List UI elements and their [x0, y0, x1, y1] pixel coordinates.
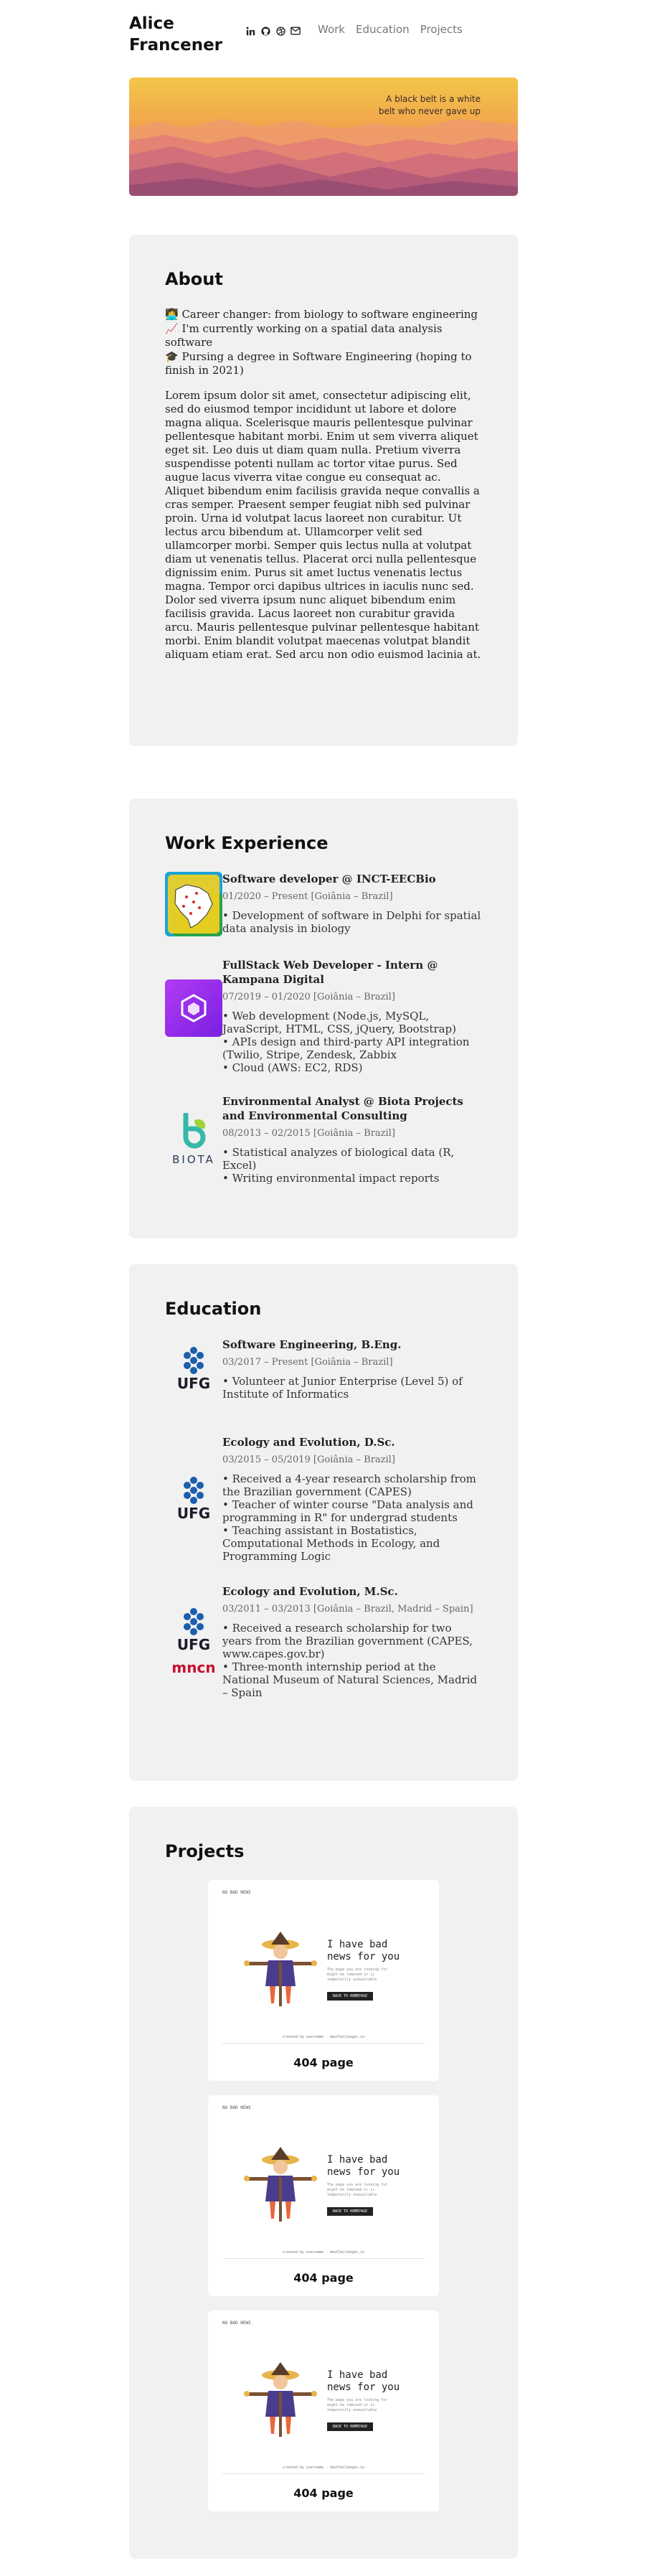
- job-date: 08/2013 – 02/2015 [Goiânia – Brazil]: [222, 1128, 395, 1139]
- job-date: 07/2019 – 01/2020 [Goiânia – Brazil]: [222, 992, 395, 1002]
- education-title: Education: [165, 1299, 262, 1319]
- linkedin-icon[interactable]: [245, 26, 255, 36]
- job-bullet: • Cloud (AWS: EC2, RDS): [222, 1061, 363, 1074]
- site-header: Alice Francener Work Education Projects: [129, 11, 518, 62]
- work-entry: FullStack Web Developer - Intern @ Kampa…: [165, 958, 482, 1074]
- work-section: Work Experience Software developer @ INC…: [129, 799, 518, 1238]
- degree-bullet: • Received a 4-year research scholarship…: [222, 1472, 476, 1498]
- dribbble-icon[interactable]: [275, 26, 285, 36]
- nav-work[interactable]: Work: [318, 23, 345, 36]
- degree-title: Ecology and Evolution, D.Sc.: [222, 1436, 395, 1449]
- education-entry: UFG mncn Ecology and Evolution, M.Sc. 03…: [165, 1584, 482, 1699]
- degree-date: 03/2011 – 03/2013 [Goiânia – Brazil, Mad…: [222, 1604, 473, 1614]
- shot-button: BACK TO HOMEPAGE: [327, 2207, 374, 2216]
- about-text: Lorem ipsum dolor sit amet, consectetur …: [165, 389, 481, 661]
- degree-date: 03/2017 – Present [Goiânia – Brazil]: [222, 1357, 393, 1368]
- job-title: FullStack Web Developer - Intern @ Kampa…: [222, 959, 438, 986]
- education-section: Education UFG Software Engineering, B.En…: [129, 1264, 518, 1781]
- site-name[interactable]: Alice Francener: [129, 13, 235, 56]
- biota-logo-text: BIOTA: [172, 1153, 215, 1166]
- work-entry: Software developer @ INCT-EECBio 01/2020…: [165, 872, 482, 936]
- work-title: Work Experience: [165, 833, 329, 853]
- project-label[interactable]: 404 page: [219, 2271, 428, 2285]
- degree-bullet: • Received a research scholarship for tw…: [222, 1622, 473, 1660]
- degree-date: 03/2015 – 05/2019 [Goiânia – Brazil]: [222, 1454, 395, 1465]
- job-title: Environmental Analyst @ Biota Projects a…: [222, 1095, 463, 1122]
- shot-headline: I have bad news for you: [327, 1939, 400, 1962]
- projects-title: Projects: [165, 1841, 245, 1861]
- ufg-logo-text: UFG: [176, 1636, 211, 1653]
- job-bullet: • Writing environmental impact reports: [222, 1172, 440, 1185]
- shot-footer: created by username - devChallenges.io: [282, 2250, 365, 2255]
- social-links: [245, 26, 301, 36]
- job-bullet: • Web development (Node.js, MySQL, JavaS…: [222, 1010, 456, 1035]
- divider: [222, 2258, 425, 2259]
- mncn-logo: mncn: [171, 1659, 216, 1676]
- project-card[interactable]: NO BAD NEWS I have bad news for you The …: [208, 1880, 439, 2081]
- divider: [222, 2473, 425, 2474]
- degree-bullet: • Three-month internship period at the N…: [222, 1660, 478, 1699]
- project-label[interactable]: 404 page: [219, 2056, 428, 2069]
- main-nav: Work Education Projects: [318, 23, 463, 36]
- shot-button: BACK TO HOMEPAGE: [327, 1992, 374, 2001]
- shot-subtext: The page you are looking for might be re…: [327, 2183, 388, 2197]
- hero-quote: A black belt is a white belt who never g…: [378, 94, 481, 116]
- ufg-logo: [184, 1608, 204, 1635]
- divider: [222, 2043, 425, 2044]
- nav-education[interactable]: Education: [356, 23, 410, 36]
- about-line: 📈 I'm currently working on a spatial dat…: [165, 322, 443, 349]
- ufg-logo: UFG: [165, 1435, 222, 1563]
- mail-icon[interactable]: [291, 26, 301, 36]
- project-card[interactable]: NO BAD NEWS I have bad news for you The …: [208, 2095, 439, 2296]
- scarecrow-illustration: [244, 1932, 317, 2006]
- ufg-logo-text: UFG: [176, 1375, 211, 1392]
- job-bullet: • Development of software in Delphi for …: [222, 909, 481, 935]
- shot-headline: I have bad news for you: [327, 2369, 400, 2393]
- shot-subtext: The page you are looking for might be re…: [327, 2398, 388, 2412]
- job-bullet: • Statistical analyzes of biological dat…: [222, 1146, 455, 1172]
- degree-bullet: • Teaching assistant in Bostatistics, Co…: [222, 1524, 440, 1563]
- shot-corner-text: NO BAD NEWS: [222, 2321, 251, 2326]
- ufg-mncn-logos: UFG mncn: [165, 1584, 222, 1699]
- scarecrow-illustration: [244, 2362, 317, 2437]
- about-line: 🎓 Pursing a degree in Software Engineeri…: [165, 350, 472, 377]
- shot-headline: I have bad news for you: [327, 2154, 400, 2178]
- project-card[interactable]: NO BAD NEWS I have bad news for you The …: [208, 2311, 439, 2511]
- about-line: 👩‍💻 Career changer: from biology to soft…: [165, 308, 478, 321]
- shot-corner-text: NO BAD NEWS: [222, 1890, 251, 1895]
- shot-footer: created by username - devChallenges.io: [282, 2035, 365, 2039]
- job-bullet: • APIs design and third-party API integr…: [222, 1035, 470, 1061]
- job-title: Software developer @ INCT-EECBio: [222, 873, 436, 885]
- inct-map-logo: [165, 872, 222, 936]
- education-entry: UFG Ecology and Evolution, D.Sc. 03/2015…: [165, 1435, 482, 1563]
- shot-footer: created by username - devChallenges.io: [282, 2465, 365, 2470]
- ufg-logo: UFG: [165, 1338, 222, 1401]
- job-date: 01/2020 – Present [Goiânia – Brazil]: [222, 891, 393, 902]
- nav-projects[interactable]: Projects: [420, 23, 463, 36]
- kampana-logo: [165, 958, 222, 1074]
- project-label[interactable]: 404 page: [219, 2486, 428, 2500]
- portfolio-page: Alice Francener Work Education Projects: [0, 0, 647, 2576]
- education-entry: UFG Software Engineering, B.Eng. 03/2017…: [165, 1338, 482, 1401]
- projects-section: Projects NO BAD NEWS I have bad news for…: [129, 1807, 518, 2559]
- about-highlights: 👩‍💻 Career changer: from biology to soft…: [165, 308, 482, 377]
- about-section: About 👩‍💻 Career changer: from biology t…: [129, 235, 518, 746]
- shot-corner-text: NO BAD NEWS: [222, 2105, 251, 2110]
- degree-title: Software Engineering, B.Eng.: [222, 1338, 402, 1351]
- scarecrow-illustration: [244, 2147, 317, 2222]
- degree-title: Ecology and Evolution, M.Sc.: [222, 1585, 398, 1598]
- ufg-logo-text: UFG: [176, 1505, 211, 1522]
- github-icon[interactable]: [260, 26, 270, 36]
- shot-button: BACK TO HOMEPAGE: [327, 2422, 374, 2431]
- degree-bullet: • Teacher of winter course "Data analysi…: [222, 1498, 473, 1524]
- biota-logo: BIOTA: [165, 1094, 222, 1185]
- about-title: About: [165, 269, 223, 289]
- project-screenshot: NO BAD NEWS I have bad news for you The …: [219, 1887, 428, 2049]
- project-screenshot: NO BAD NEWS I have bad news for you The …: [219, 2318, 428, 2479]
- work-entry: BIOTA Environmental Analyst @ Biota Proj…: [165, 1094, 482, 1185]
- degree-bullet: • Volunteer at Junior Enterprise (Level …: [222, 1375, 463, 1401]
- shot-subtext: The page you are looking for might be re…: [327, 1968, 388, 1982]
- hero-banner: A black belt is a white belt who never g…: [129, 77, 518, 196]
- project-screenshot: NO BAD NEWS I have bad news for you The …: [219, 2102, 428, 2264]
